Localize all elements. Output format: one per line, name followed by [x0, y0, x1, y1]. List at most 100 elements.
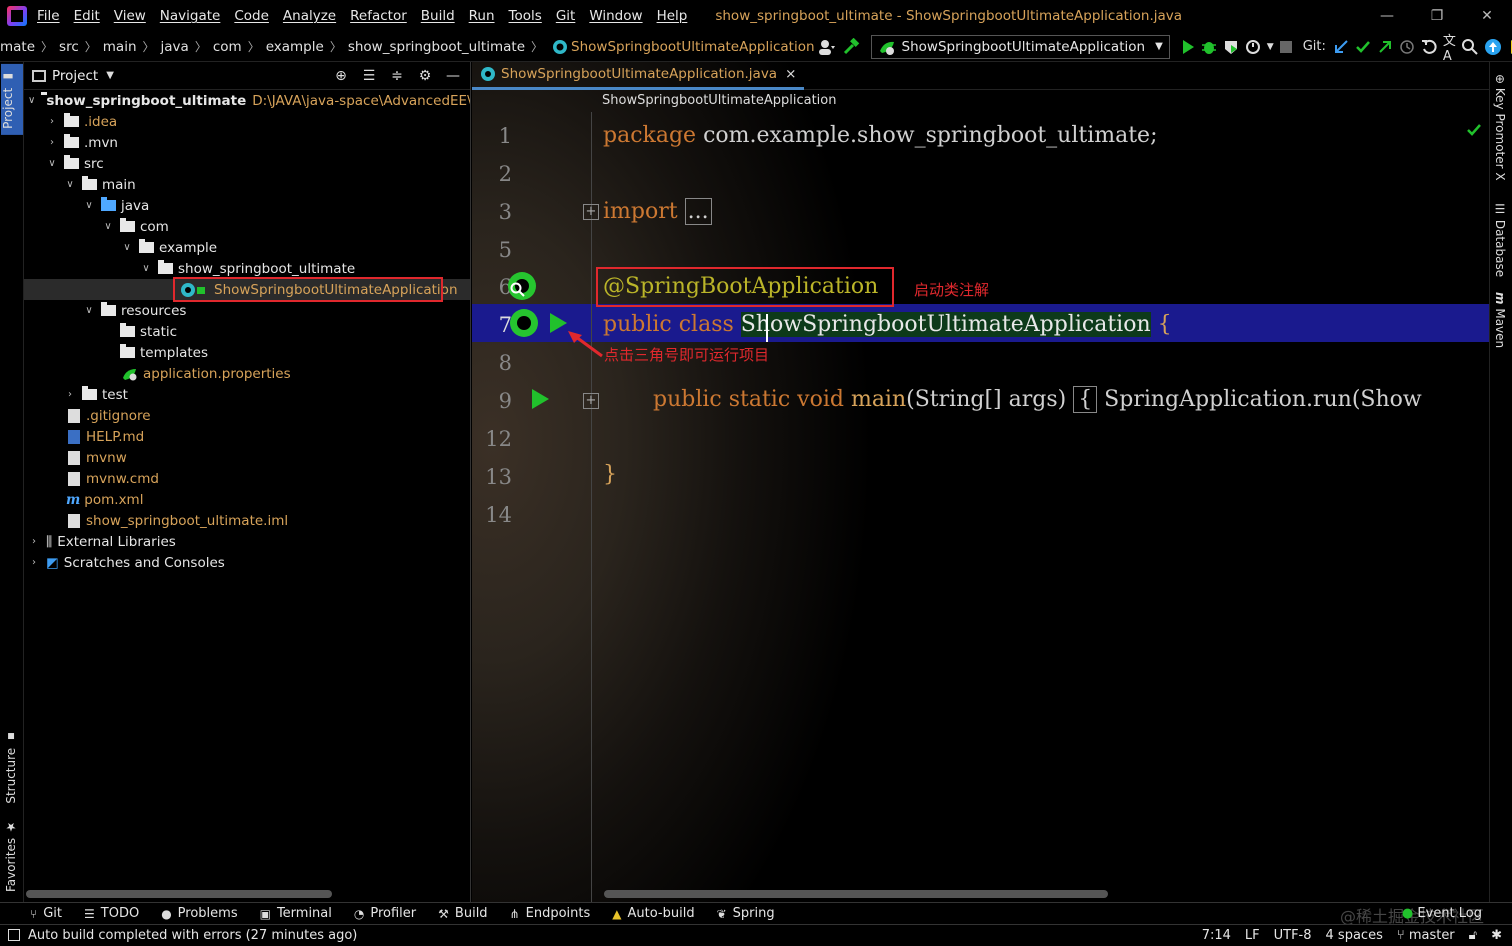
- breadcrumb-com[interactable]: com: [213, 39, 242, 55]
- breadcrumb-main[interactable]: main: [103, 39, 137, 55]
- git-push-icon[interactable]: [1377, 36, 1393, 58]
- chevron-down-icon[interactable]: ∨: [121, 242, 133, 253]
- paw-icon[interactable]: ✱: [1491, 928, 1502, 943]
- status-toggle-icon[interactable]: [8, 929, 20, 941]
- key-promoter-tab[interactable]: ⊕ Key Promoter X: [1493, 74, 1507, 181]
- tree-item-project-root[interactable]: ∨ show_springboot_ultimate D:\JAVA\java-…: [24, 90, 470, 111]
- run-configuration-select[interactable]: ShowSpringbootUltimateApplication ▼: [870, 34, 1170, 59]
- close-window-icon[interactable]: ✕: [1462, 0, 1512, 32]
- build-tool-button[interactable]: ⚒ Build: [438, 906, 487, 921]
- chevron-right-icon[interactable]: ›: [28, 536, 40, 547]
- hide-icon[interactable]: —: [444, 67, 462, 85]
- editor-breadcrumb[interactable]: ShowSpringbootUltimateApplication: [472, 90, 1489, 112]
- tree-item-iml[interactable]: show_springboot_ultimate.iml: [24, 510, 470, 531]
- chevron-right-icon[interactable]: ›: [28, 557, 40, 568]
- stop-icon[interactable]: [1279, 36, 1292, 58]
- minimize-icon[interactable]: —: [1362, 0, 1412, 32]
- tree-item-templates[interactable]: templates: [24, 342, 470, 363]
- chevron-down-icon[interactable]: ∨: [83, 200, 95, 211]
- tree-item-test[interactable]: › test: [24, 384, 470, 405]
- tree-item-scratches[interactable]: › ◩ Scratches and Consoles: [24, 552, 470, 573]
- update-available-icon[interactable]: [1484, 36, 1502, 58]
- code-line-1[interactable]: package com.example.show_springboot_ulti…: [603, 123, 1158, 148]
- close-tab-icon[interactable]: ×: [785, 66, 796, 82]
- indent-setting[interactable]: 4 spaces: [1326, 928, 1383, 943]
- run-main-gutter-icon[interactable]: [532, 389, 549, 409]
- breadcrumb-package[interactable]: show_springboot_ultimate: [348, 39, 525, 55]
- menu-refactor[interactable]: Refactor: [350, 8, 407, 24]
- breadcrumb-project[interactable]: mate: [0, 39, 35, 55]
- git-tool-button[interactable]: ⑂ Git: [30, 906, 62, 921]
- menu-analyze[interactable]: Analyze: [283, 8, 336, 24]
- maven-tab[interactable]: m Maven: [1493, 292, 1507, 348]
- menu-navigate[interactable]: Navigate: [160, 8, 221, 24]
- menu-window[interactable]: Window: [589, 8, 642, 24]
- tree-item-gitignore[interactable]: .gitignore: [24, 405, 470, 426]
- database-tab[interactable]: ☰ Database: [1493, 202, 1507, 277]
- code-line-9[interactable]: public static void main(String[] args) {…: [653, 386, 1422, 413]
- status-message[interactable]: Auto build completed with errors (27 min…: [28, 928, 357, 943]
- fold-method-icon[interactable]: +: [583, 393, 599, 409]
- restore-icon[interactable]: ❐: [1412, 0, 1462, 32]
- tree-item-mvnw-cmd[interactable]: mvnw.cmd: [24, 468, 470, 489]
- chevron-right-icon[interactable]: ›: [46, 116, 58, 127]
- coverage-icon[interactable]: [1223, 36, 1239, 58]
- chevron-down-icon[interactable]: ∨: [140, 263, 152, 274]
- gear-icon[interactable]: ⚙: [416, 67, 434, 85]
- tree-item-package[interactable]: ∨ show_springboot_ultimate: [24, 258, 470, 279]
- menu-code[interactable]: Code: [234, 8, 269, 24]
- locate-file-icon[interactable]: ⊕: [332, 67, 350, 85]
- menu-file[interactable]: File: [37, 8, 60, 24]
- run-icon[interactable]: [1181, 36, 1195, 58]
- tree-item-external-libraries[interactable]: › ⫼ External Libraries: [24, 531, 470, 552]
- auto-build-tool-button[interactable]: ▲ Auto-build: [612, 906, 694, 921]
- breadcrumb-java[interactable]: java: [161, 39, 189, 55]
- menu-edit[interactable]: Edit: [74, 8, 100, 24]
- terminal-tool-button[interactable]: ▣ Terminal: [260, 906, 332, 921]
- tree-item-static[interactable]: static: [24, 321, 470, 342]
- todo-tool-button[interactable]: ☰ TODO: [84, 906, 139, 921]
- expand-all-icon[interactable]: ☰: [360, 67, 378, 85]
- translate-icon[interactable]: 文A: [1443, 34, 1456, 64]
- lock-icon[interactable]: 🔓︎: [1469, 928, 1477, 943]
- tree-item-mvnw[interactable]: mvnw: [24, 447, 470, 468]
- profiler-icon[interactable]: [1245, 36, 1261, 58]
- folded-brace[interactable]: {: [1073, 386, 1098, 413]
- code-line-7[interactable]: public class ShowSpringbootUltimateAppli…: [603, 312, 1172, 337]
- breadcrumb-src[interactable]: src: [59, 39, 79, 55]
- git-commit-icon[interactable]: [1355, 36, 1371, 58]
- collapse-all-icon[interactable]: ≑: [388, 67, 406, 85]
- tree-item-src[interactable]: ∨ src: [24, 153, 470, 174]
- tree-item-mvn[interactable]: › .mvn: [24, 132, 470, 153]
- favorites-tool-tab[interactable]: Favorites ★: [4, 820, 18, 892]
- breadcrumb-example[interactable]: example: [266, 39, 324, 55]
- tree-item-application-properties[interactable]: application.properties: [24, 363, 470, 384]
- build-hammer-icon[interactable]: [842, 36, 860, 58]
- chevron-right-icon[interactable]: ›: [46, 137, 58, 148]
- tree-item-com[interactable]: ∨ com: [24, 216, 470, 237]
- user-icon[interactable]: [818, 36, 836, 58]
- editor-horizontal-scrollbar[interactable]: [604, 890, 1108, 898]
- git-update-icon[interactable]: [1333, 36, 1349, 58]
- tree-item-idea[interactable]: › .idea: [24, 111, 470, 132]
- tree-item-example[interactable]: ∨ example: [24, 237, 470, 258]
- chevron-down-icon[interactable]: ∨: [102, 221, 114, 232]
- project-tool-tab[interactable]: Project ▬: [1, 64, 23, 135]
- chevron-down-icon[interactable]: ∨: [28, 95, 35, 106]
- project-horizontal-scrollbar[interactable]: [26, 890, 332, 898]
- breadcrumb-class[interactable]: ShowSpringbootUltimateApplication: [571, 39, 815, 55]
- run-class-gutter-icon[interactable]: [550, 313, 567, 333]
- menu-git[interactable]: Git: [556, 8, 576, 24]
- chevron-down-icon[interactable]: ▼: [106, 70, 114, 81]
- history-icon[interactable]: [1399, 36, 1415, 58]
- spring-tool-button[interactable]: ❦ Spring: [717, 906, 775, 921]
- editor-tab-application-class[interactable]: ShowSpringbootUltimateApplication.java ×: [472, 62, 805, 90]
- debug-icon[interactable]: [1201, 36, 1217, 58]
- structure-tool-tab[interactable]: Structure ▪: [4, 730, 18, 804]
- chevron-down-icon[interactable]: ∨: [64, 179, 76, 190]
- endpoints-tool-button[interactable]: ⋔ Endpoints: [510, 906, 591, 921]
- rollback-icon[interactable]: [1421, 36, 1437, 58]
- chevron-down-icon[interactable]: ∨: [83, 305, 95, 316]
- tree-item-pom-xml[interactable]: m pom.xml: [24, 489, 470, 510]
- tree-item-java[interactable]: ∨ java: [24, 195, 470, 216]
